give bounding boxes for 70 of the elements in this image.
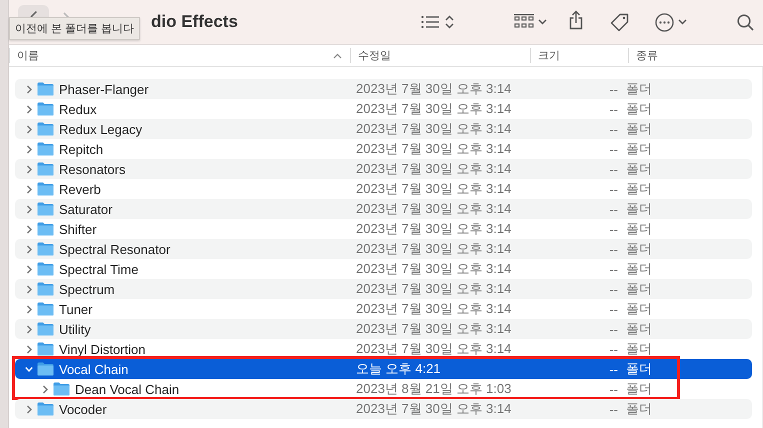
file-name: Tuner: [59, 302, 92, 316]
file-size: --: [609, 202, 618, 216]
file-name: Vocoder: [59, 402, 107, 416]
modified-date: 2023년 7월 30일 오후 3:14: [356, 321, 512, 336]
file-name: Reverb: [59, 182, 101, 196]
file-size: --: [609, 242, 618, 256]
file-size: --: [609, 162, 618, 176]
modified-date: 2023년 7월 30일 오후 3:14: [356, 261, 512, 276]
file-name: Saturator: [59, 202, 112, 216]
file-size: --: [609, 322, 618, 336]
file-name: Vocal Chain: [59, 362, 128, 376]
file-name: Spectrum: [59, 282, 115, 296]
file-size: --: [609, 342, 618, 356]
file-kind: 폴더: [626, 141, 652, 156]
modified-date: 2023년 7월 30일 오후 3:14: [356, 341, 512, 356]
file-size: --: [609, 102, 618, 116]
file-kind: 폴더: [626, 201, 652, 216]
modified-date: 2023년 7월 30일 오후 3:14: [356, 141, 512, 156]
file-kind: 폴더: [626, 101, 652, 116]
file-size: --: [609, 142, 618, 156]
modified-date: 2023년 7월 30일 오후 3:14: [356, 281, 512, 296]
file-name: Spectral Resonator: [59, 242, 170, 256]
file-size: --: [609, 362, 618, 376]
file-name: Dean Vocal Chain: [75, 382, 180, 396]
file-kind: 폴더: [626, 401, 652, 416]
file-kind: 폴더: [626, 81, 652, 96]
file-name: Vinyl Distortion: [59, 342, 146, 356]
file-kind: 폴더: [626, 341, 652, 356]
file-name: Resonators: [59, 162, 126, 176]
file-size: --: [609, 402, 618, 416]
file-kind: 폴더: [626, 301, 652, 316]
file-name: Shifter: [59, 222, 97, 236]
modified-date: 2023년 7월 30일 오후 3:14: [356, 121, 512, 136]
file-kind: 폴더: [626, 321, 652, 336]
file-size: --: [609, 262, 618, 276]
file-kind: 폴더: [626, 121, 652, 136]
file-name: Phaser-Flanger: [59, 82, 149, 96]
modified-date: 2023년 7월 30일 오후 3:14: [356, 81, 512, 96]
file-name: Spectral Time: [59, 262, 138, 276]
modified-date: 2023년 7월 30일 오후 3:14: [356, 201, 512, 216]
file-name: Utility: [59, 322, 91, 336]
file-size: --: [609, 222, 618, 236]
modified-date: 2023년 7월 30일 오후 3:14: [356, 181, 512, 196]
file-size: --: [609, 122, 618, 136]
file-kind: 폴더: [626, 241, 652, 256]
file-size: --: [609, 82, 618, 96]
file-name: Repitch: [59, 142, 104, 156]
file-kind: 폴더: [626, 381, 652, 396]
file-kind: 폴더: [626, 221, 652, 236]
file-name: Redux: [59, 102, 97, 116]
file-kind: 폴더: [626, 281, 652, 296]
file-size: --: [609, 182, 618, 196]
tooltip: 이전에 본 폴더를 봅니다: [9, 17, 140, 40]
file-kind: 폴더: [626, 361, 652, 376]
file-size: --: [609, 302, 618, 316]
file-kind: 폴더: [626, 181, 652, 196]
modified-date: 2023년 7월 30일 오후 3:14: [356, 301, 512, 316]
modified-date: 2023년 7월 30일 오후 3:14: [356, 241, 512, 256]
modified-date: 오늘 오후 4:21: [356, 361, 441, 376]
modified-date: 2023년 8월 21일 오후 1:03: [356, 381, 512, 396]
file-kind: 폴더: [626, 261, 652, 276]
file-kind: 폴더: [626, 161, 652, 176]
file-size: --: [609, 382, 618, 396]
file-name: Redux Legacy: [59, 122, 142, 136]
modified-date: 2023년 7월 30일 오후 3:14: [356, 161, 512, 176]
modified-date: 2023년 7월 30일 오후 3:14: [356, 101, 512, 116]
modified-date: 2023년 7월 30일 오후 3:14: [356, 401, 512, 416]
file-size: --: [609, 282, 618, 296]
window-title: dio Effects: [151, 12, 238, 32]
modified-date: 2023년 7월 30일 오후 3:14: [356, 221, 512, 236]
